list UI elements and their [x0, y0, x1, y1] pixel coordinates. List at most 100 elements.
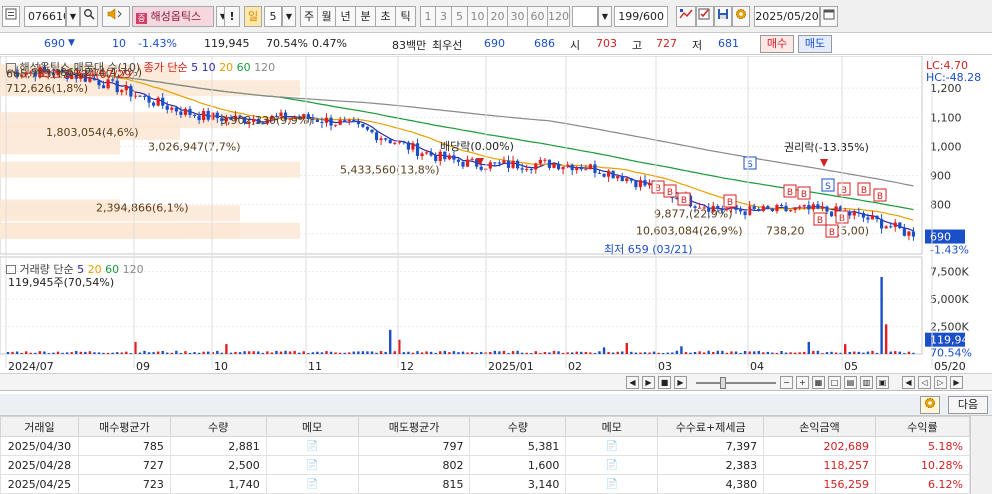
interval-dropdown-icon[interactable]: ▼	[598, 6, 612, 27]
period-tick-button[interactable]: 틱	[396, 6, 416, 27]
save-icon[interactable]	[714, 6, 732, 27]
zoom-slider-thumb[interactable]	[720, 377, 726, 389]
period-year-button[interactable]: 년	[336, 6, 356, 27]
volume-bar	[771, 352, 774, 354]
volume-bar	[511, 351, 515, 354]
scroll-right-icon[interactable]: ▶	[642, 376, 655, 389]
period-week-button[interactable]: 주	[300, 6, 318, 27]
memo-icon[interactable]: 📄	[565, 474, 659, 494]
next-button[interactable]: 다음	[948, 396, 988, 414]
low-label: 저	[692, 39, 703, 52]
candle-body	[825, 206, 829, 212]
zoom-in-icon[interactable]: +	[796, 376, 809, 389]
memo-icon[interactable]: 📄	[265, 436, 359, 456]
chart-fullscreen-icon[interactable]: ▣	[876, 376, 889, 389]
volume-bar	[698, 351, 701, 354]
volume-bar	[789, 352, 792, 354]
interval-30-button[interactable]: 30	[508, 6, 528, 27]
table-row[interactable]: 2025/04/30 785 2,881 📄 797 5,381 📄 7,397…	[0, 436, 971, 456]
alert-sound-icon[interactable]	[102, 6, 130, 27]
sell-qty: 3,140	[469, 474, 567, 494]
volume-bar	[589, 352, 592, 354]
chart-tools-icon[interactable]	[676, 6, 696, 27]
chart-layout-icon[interactable]: ▥	[860, 376, 873, 389]
table-row[interactable]: 2025/04/25 723 1,740 📄 815 3,140 📄 4,380…	[0, 474, 971, 494]
interval-20-button[interactable]: 20	[488, 6, 508, 27]
x-tick-label: 05	[844, 360, 858, 373]
col-buy-avg[interactable]: 매수평균가	[77, 416, 171, 437]
memo-icon[interactable]: 📄	[265, 455, 359, 475]
interval-10-button[interactable]: 10	[468, 6, 488, 27]
data-count-input[interactable]: 199/600	[614, 6, 668, 27]
col-rate[interactable]: 수익률	[874, 416, 971, 437]
stock-code-input[interactable]: 076610	[24, 6, 66, 27]
candle-body	[425, 152, 429, 154]
volume-bar	[325, 351, 328, 354]
col-sell-qty[interactable]: 수량	[469, 416, 567, 437]
chart-window-icon[interactable]: □	[828, 376, 841, 389]
sell-button[interactable]: 매도	[798, 35, 832, 53]
memo-icon[interactable]: 📄	[565, 436, 659, 456]
scroll-prev-icon[interactable]: ◁	[918, 376, 931, 389]
period-value-input[interactable]: 5	[264, 6, 282, 27]
stop-icon[interactable]: ■	[658, 376, 671, 389]
price-volume-chart[interactable]: 1,2001,1001,0009008007002,394,866(6,1%)1…	[0, 56, 992, 375]
candle-body	[743, 211, 747, 216]
volume-bar	[316, 351, 319, 354]
scroll-next-icon[interactable]: ▷	[934, 376, 947, 389]
period-second-button[interactable]: 초	[376, 6, 396, 27]
candle-body	[556, 163, 561, 170]
scroll-start-icon[interactable]: ◀	[902, 376, 915, 389]
window-menu-icon[interactable]	[2, 6, 20, 27]
chart-split-icon[interactable]: ▤	[844, 376, 857, 389]
code-dropdown-icon[interactable]: ▼	[66, 6, 80, 27]
candle-body	[893, 222, 897, 227]
volume-bar	[166, 352, 169, 354]
scroll-left-icon[interactable]: ◀	[626, 376, 639, 389]
interval-120-button[interactable]: 120	[548, 6, 570, 27]
period-day-button[interactable]: 일	[244, 6, 262, 27]
col-fee[interactable]: 수수료+제세금	[657, 416, 765, 437]
calendar-icon[interactable]	[820, 6, 838, 27]
chart-area[interactable]: 1,2001,1001,0009008007002,394,866(6,1%)1…	[0, 56, 992, 375]
table-settings-gear-icon[interactable]	[920, 396, 940, 414]
check-icon[interactable]	[696, 6, 714, 27]
collapse-icon[interactable]	[6, 63, 16, 72]
candle-body	[752, 206, 756, 210]
scroll-end-icon[interactable]: ▶	[950, 376, 963, 389]
period-dropdown-icon[interactable]: ▼	[282, 6, 296, 27]
interval-60-button[interactable]: 60	[528, 6, 548, 27]
notice-button[interactable]: !	[224, 6, 240, 27]
zoom-out-icon[interactable]: −	[780, 376, 793, 389]
period-month-button[interactable]: 월	[318, 6, 336, 27]
zoom-slider-track[interactable]	[696, 382, 776, 384]
play-icon[interactable]: ▶	[674, 376, 687, 389]
chart-grid-icon[interactable]: ▦	[812, 376, 825, 389]
buy-button[interactable]: 매수	[760, 35, 794, 53]
trade-date: 2025/04/25	[0, 474, 79, 494]
volume-bar	[543, 351, 547, 354]
volume-collapse-icon[interactable]	[6, 265, 16, 274]
candle-body	[192, 114, 197, 116]
table-row[interactable]: 2025/04/28 727 2,500 📄 802 1,600 📄 2,383…	[0, 455, 971, 475]
candle-body	[124, 85, 128, 91]
col-sell-memo[interactable]: 메모	[565, 416, 659, 437]
interval-5-button[interactable]: 5	[452, 6, 468, 27]
col-date[interactable]: 거래일	[0, 416, 79, 437]
date-input[interactable]: 2025/05/20	[754, 6, 820, 27]
col-buy-qty[interactable]: 수량	[169, 416, 267, 437]
stock-name-field[interactable]: 증 해성옵틱스	[132, 6, 214, 27]
settings-gear-icon[interactable]	[732, 6, 750, 27]
col-sell-avg[interactable]: 매도평균가	[357, 416, 471, 437]
table-scrollbar[interactable]	[970, 416, 992, 494]
col-pnl[interactable]: 손익금액	[763, 416, 876, 437]
search-icon[interactable]	[80, 6, 98, 27]
memo-icon[interactable]: 📄	[565, 455, 659, 475]
memo-icon[interactable]: 📄	[265, 474, 359, 494]
volume-bar	[84, 351, 87, 354]
interval-custom-input[interactable]	[572, 6, 598, 27]
interval-3-button[interactable]: 3	[436, 6, 452, 27]
period-minute-button[interactable]: 분	[356, 6, 376, 27]
col-buy-memo[interactable]: 메모	[265, 416, 359, 437]
interval-1-button[interactable]: 1	[420, 6, 436, 27]
